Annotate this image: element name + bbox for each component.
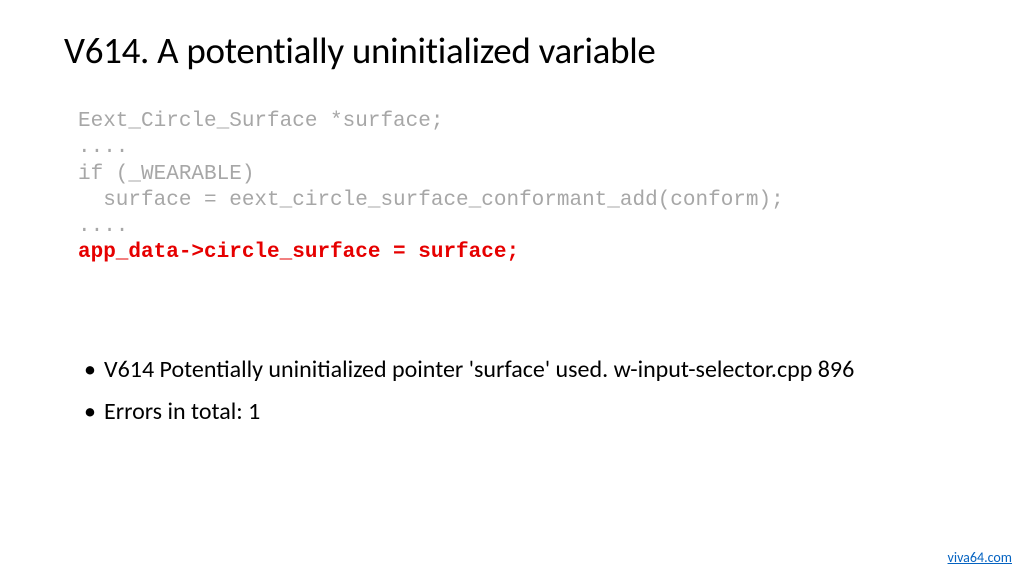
slide-title: V614. A potentially uninitialized variab… — [64, 28, 960, 73]
code-line: if (_WEARABLE) — [78, 162, 960, 188]
code-block: Eext_Circle_Surface *surface; .... if (_… — [64, 109, 960, 267]
code-line: surface = eext_circle_surface_conformant… — [78, 188, 960, 214]
code-line: Eext_Circle_Surface *surface; — [78, 109, 960, 135]
code-line: .... — [78, 214, 960, 240]
footer-link[interactable]: viva64.com — [948, 549, 1012, 566]
slide: V614. A potentially uninitialized variab… — [0, 0, 1024, 576]
code-line: .... — [78, 135, 960, 161]
bullet-item: V614 Potentially uninitialized pointer '… — [90, 355, 960, 386]
code-line-highlighted: app_data->circle_surface = surface; — [78, 240, 960, 266]
bullet-item: Errors in total: 1 — [90, 397, 960, 428]
bullet-list: V614 Potentially uninitialized pointer '… — [64, 355, 960, 428]
